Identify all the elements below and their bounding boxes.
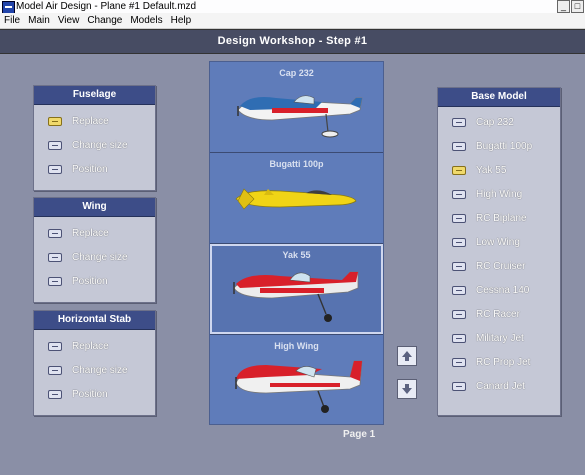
menu-change[interactable]: Change <box>83 13 126 28</box>
page-label: Page 1 <box>343 429 376 440</box>
button-icon <box>452 213 466 223</box>
menu-bar: File Main View Change Models Help <box>0 13 585 29</box>
plane-preview-list: Cap 232 Bugatti 100p Yak 55 High Wing <box>209 61 384 425</box>
horizontal-stab-panel: Horizontal Stab Replace Change size Posi… <box>33 310 156 416</box>
base-model-item[interactable]: RC Cruiser <box>438 254 560 278</box>
fuselage-change-size-option[interactable]: Change size <box>34 133 155 157</box>
base-model-item[interactable]: Cessna 140 <box>438 278 560 302</box>
scroll-up-button[interactable] <box>397 346 417 366</box>
button-icon <box>452 285 466 295</box>
button-icon <box>452 141 466 151</box>
option-label: Cessna 140 <box>476 284 530 296</box>
stab-title: Horizontal Stab <box>34 311 155 330</box>
wing-replace-option[interactable]: Replace <box>34 221 155 245</box>
option-label: Change size <box>72 364 128 376</box>
button-icon <box>48 252 62 262</box>
option-label: Replace <box>72 340 109 352</box>
option-label: Replace <box>72 227 109 239</box>
fuselage-replace-option[interactable]: Replace <box>34 109 155 133</box>
button-icon <box>48 228 62 238</box>
base-model-item[interactable]: Military Jet <box>438 326 560 350</box>
arrow-down-icon <box>402 384 412 394</box>
selected-button-icon <box>48 116 62 126</box>
option-label: High Wing <box>476 188 523 200</box>
menu-view[interactable]: View <box>54 13 84 28</box>
base-model-item[interactable]: RC Prop Jet <box>438 350 560 374</box>
option-label: Change size <box>72 251 128 263</box>
base-model-item[interactable]: RC Racer <box>438 302 560 326</box>
base-model-item[interactable]: Canard Jet <box>438 374 560 398</box>
bugatti-100p-plane-icon <box>235 188 357 210</box>
base-model-item[interactable]: Bugatti 100p <box>438 134 560 158</box>
option-label: Yak 55 <box>476 164 507 176</box>
option-label: Replace <box>72 115 109 127</box>
button-icon <box>48 276 62 286</box>
menu-help[interactable]: Help <box>167 13 196 28</box>
base-model-item[interactable]: Cap 232 <box>438 110 560 134</box>
option-label: Bugatti 100p <box>476 140 533 152</box>
fuselage-position-option[interactable]: Position <box>34 157 155 181</box>
option-label: Low Wing <box>476 236 520 248</box>
high-wing-plane-icon <box>235 360 363 413</box>
menu-main[interactable]: Main <box>24 13 54 28</box>
option-label: Military Jet <box>476 332 524 344</box>
button-icon <box>48 389 62 399</box>
base-model-item[interactable]: Yak 55 <box>438 158 560 182</box>
option-label: Position <box>72 275 108 287</box>
cap-232-plane-icon <box>237 95 363 138</box>
fuselage-title: Fuselage <box>34 86 155 105</box>
preview-high-wing[interactable]: High Wing <box>210 335 383 425</box>
option-label: Position <box>72 388 108 400</box>
button-icon <box>48 341 62 351</box>
base-model-item[interactable]: High Wing <box>438 182 560 206</box>
base-model-item[interactable]: RC Biplane <box>438 206 560 230</box>
button-icon <box>48 365 62 375</box>
option-label: Change size <box>72 139 128 151</box>
stab-change-size-option[interactable]: Change size <box>34 358 155 382</box>
button-icon <box>452 333 466 343</box>
selected-button-icon <box>452 165 466 175</box>
option-label: Position <box>72 163 108 175</box>
arrow-up-icon <box>402 351 412 361</box>
button-icon <box>48 140 62 150</box>
base-model-panel: Base Model Cap 232 Bugatti 100p Yak 55 H… <box>437 87 561 416</box>
button-icon <box>452 309 466 319</box>
maximize-button[interactable]: □ <box>571 0 584 13</box>
option-label: RC Biplane <box>476 212 527 224</box>
wing-position-option[interactable]: Position <box>34 269 155 293</box>
button-icon <box>452 381 466 391</box>
menu-file[interactable]: File <box>0 13 24 28</box>
stab-position-option[interactable]: Position <box>34 382 155 406</box>
window-title: Model Air Design - Plane #1 Default.mzd <box>16 1 197 12</box>
wing-title: Wing <box>34 198 155 217</box>
page-title: Design Workshop - Step #1 <box>217 35 368 47</box>
option-label: RC Prop Jet <box>476 356 531 368</box>
button-icon <box>452 237 466 247</box>
button-icon <box>48 164 62 174</box>
fuselage-panel: Fuselage Replace Change size Position <box>33 85 156 191</box>
stab-replace-option[interactable]: Replace <box>34 334 155 358</box>
wing-change-size-option[interactable]: Change size <box>34 245 155 269</box>
preview-bugatti-100p[interactable]: Bugatti 100p <box>210 153 383 243</box>
menu-models[interactable]: Models <box>126 13 166 28</box>
base-model-list: Cap 232 Bugatti 100p Yak 55 High Wing RC… <box>438 107 560 398</box>
button-icon <box>452 357 466 367</box>
yak-55-plane-icon <box>233 271 359 322</box>
wing-panel: Wing Replace Change size Position <box>33 197 156 303</box>
button-icon <box>452 261 466 271</box>
button-icon <box>452 189 466 199</box>
button-icon <box>452 117 466 127</box>
base-model-title: Base Model <box>438 88 560 107</box>
option-label: Canard Jet <box>476 380 525 392</box>
base-model-item[interactable]: Low Wing <box>438 230 560 254</box>
title-bar: Model Air Design - Plane #1 Default.mzd … <box>0 0 585 14</box>
option-label: RC Racer <box>476 308 520 320</box>
preview-cap-232[interactable]: Cap 232 <box>210 62 383 152</box>
option-label: Cap 232 <box>476 116 514 128</box>
minimize-button[interactable]: _ <box>557 0 570 13</box>
preview-yak-55[interactable]: Yak 55 <box>210 244 383 334</box>
option-label: RC Cruiser <box>476 260 526 272</box>
header-band: Design Workshop - Step #1 <box>0 29 585 54</box>
scroll-down-button[interactable] <box>397 379 417 399</box>
